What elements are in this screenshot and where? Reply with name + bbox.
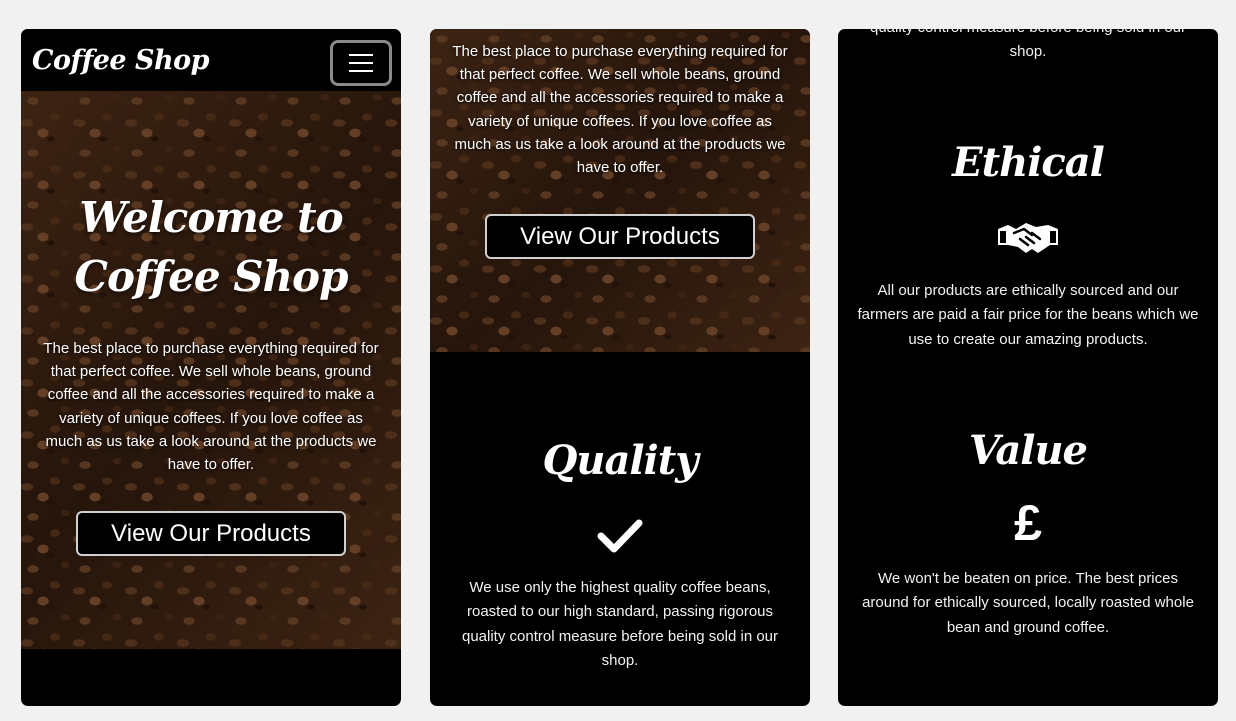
feature-text-quality-partial: quality control measure before being sol… [870, 29, 1186, 61]
mobile-view-top: Coffee Shop Welcome to Coffee Shop The b… [21, 29, 401, 706]
navbar: Coffee Shop [21, 29, 401, 91]
checkmark-icon [430, 517, 810, 555]
view-products-button[interactable]: View Our Products [485, 214, 755, 259]
hero-description: The best place to purchase everything re… [452, 43, 788, 177]
feature-title-quality: Quality [542, 437, 699, 484]
feature-title-ethical: Ethical [952, 139, 1105, 186]
hero-description: The best place to purchase everything re… [43, 340, 379, 474]
hero-title-line1: Welcome to [79, 193, 343, 242]
mobile-view-middle: The best place to purchase everything re… [430, 29, 810, 706]
hero-title-line2: Coffee Shop [74, 252, 349, 301]
view-products-button[interactable]: View Our Products [76, 511, 346, 556]
hero-section: The best place to purchase everything re… [430, 29, 810, 352]
menu-toggle-button[interactable] [330, 40, 392, 86]
pound-sign-icon: £ [838, 495, 1218, 551]
pound-symbol: £ [1014, 495, 1042, 551]
feature-title-value: Value [968, 427, 1088, 474]
handshake-icon [838, 219, 1218, 257]
hero-section: Welcome to Coffee Shop The best place to… [21, 91, 401, 649]
feature-text-quality: We use only the highest quality coffee b… [461, 579, 779, 669]
brand-logo[interactable]: Coffee Shop [32, 45, 210, 76]
hamburger-icon [349, 54, 373, 56]
mobile-view-bottom: quality control measure before being sol… [838, 29, 1218, 706]
feature-text-value: We won't be beaten on price. The best pr… [862, 570, 1194, 636]
feature-text-ethical: All our products are ethically sourced a… [857, 282, 1199, 348]
